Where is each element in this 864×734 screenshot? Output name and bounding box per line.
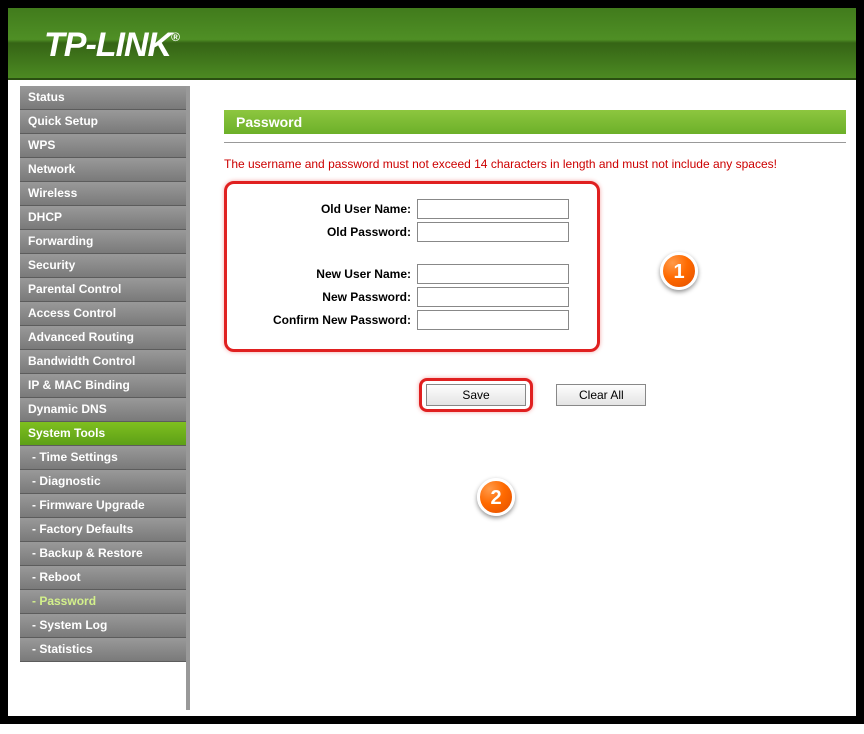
save-button-highlight: Save bbox=[419, 378, 533, 412]
nav-forwarding[interactable]: Forwarding bbox=[20, 230, 186, 254]
divider bbox=[224, 142, 846, 143]
old-username-field[interactable] bbox=[417, 199, 569, 219]
nav-ip-mac-binding[interactable]: IP & MAC Binding bbox=[20, 374, 186, 398]
nav-factory-defaults[interactable]: - Factory Defaults bbox=[20, 518, 186, 542]
button-row: Save Clear All bbox=[224, 378, 846, 412]
nav-time-settings[interactable]: - Time Settings bbox=[20, 446, 186, 470]
nav-password[interactable]: - Password bbox=[20, 590, 186, 614]
label-new-username: New User Name: bbox=[245, 267, 417, 281]
save-button[interactable]: Save bbox=[426, 384, 526, 406]
new-password-field[interactable] bbox=[417, 287, 569, 307]
label-new-password: New Password: bbox=[245, 290, 417, 304]
header: TP-LINK® bbox=[8, 8, 856, 80]
old-password-field[interactable] bbox=[417, 222, 569, 242]
annotation-callout-1: 1 bbox=[660, 252, 698, 290]
label-old-password: Old Password: bbox=[245, 225, 417, 239]
nav-access-control[interactable]: Access Control bbox=[20, 302, 186, 326]
warning-text: The username and password must not excee… bbox=[224, 157, 846, 171]
label-confirm-password: Confirm New Password: bbox=[245, 313, 417, 327]
nav-security[interactable]: Security bbox=[20, 254, 186, 278]
confirm-password-field[interactable] bbox=[417, 310, 569, 330]
nav-reboot[interactable]: - Reboot bbox=[20, 566, 186, 590]
label-old-username: Old User Name: bbox=[245, 202, 417, 216]
nav-firmware-upgrade[interactable]: - Firmware Upgrade bbox=[20, 494, 186, 518]
nav-system-tools[interactable]: System Tools bbox=[20, 422, 186, 446]
nav-wireless[interactable]: Wireless bbox=[20, 182, 186, 206]
content-area: Password The username and password must … bbox=[190, 80, 856, 716]
nav-dhcp[interactable]: DHCP bbox=[20, 206, 186, 230]
nav-statistics[interactable]: - Statistics bbox=[20, 638, 186, 662]
sidebar: Status Quick Setup WPS Network Wireless … bbox=[8, 80, 186, 716]
brand-logo: TP-LINK® bbox=[44, 26, 179, 65]
clear-all-button[interactable]: Clear All bbox=[556, 384, 646, 406]
nav-bandwidth-control[interactable]: Bandwidth Control bbox=[20, 350, 186, 374]
nav-wps[interactable]: WPS bbox=[20, 134, 186, 158]
nav-status[interactable]: Status bbox=[20, 86, 186, 110]
new-username-field[interactable] bbox=[417, 264, 569, 284]
credentials-form-highlight: Old User Name: Old Password: New User Na… bbox=[224, 181, 600, 352]
nav-system-log[interactable]: - System Log bbox=[20, 614, 186, 638]
nav-quick-setup[interactable]: Quick Setup bbox=[20, 110, 186, 134]
annotation-callout-2: 2 bbox=[477, 478, 515, 516]
nav-dynamic-dns[interactable]: Dynamic DNS bbox=[20, 398, 186, 422]
nav-parental-control[interactable]: Parental Control bbox=[20, 278, 186, 302]
nav-network[interactable]: Network bbox=[20, 158, 186, 182]
page-title: Password bbox=[224, 110, 846, 134]
nav-advanced-routing[interactable]: Advanced Routing bbox=[20, 326, 186, 350]
nav-backup-restore[interactable]: - Backup & Restore bbox=[20, 542, 186, 566]
nav-diagnostic[interactable]: - Diagnostic bbox=[20, 470, 186, 494]
